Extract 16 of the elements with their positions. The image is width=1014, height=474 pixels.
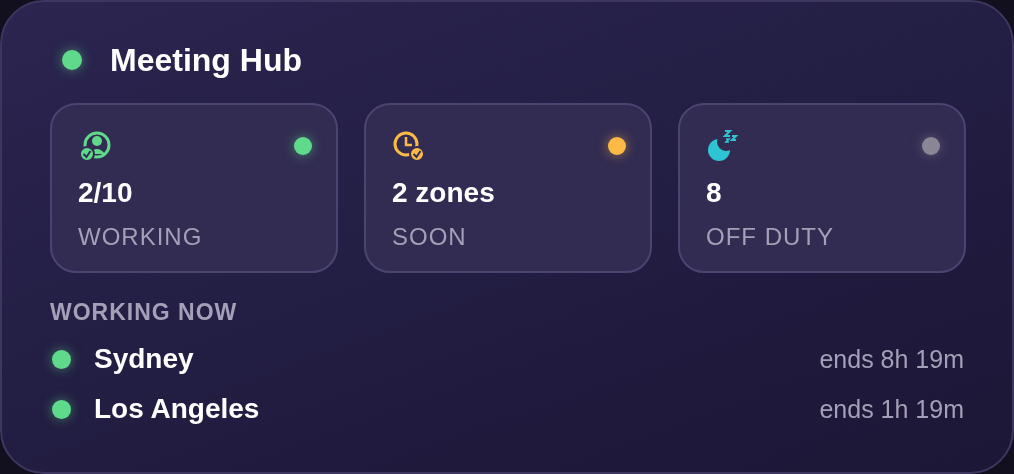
widget-title: Meeting Hub <box>110 41 302 79</box>
person-check-icon <box>78 129 112 163</box>
city-name: Los Angeles <box>94 393 261 425</box>
status-dot <box>62 50 82 70</box>
clock-check-icon <box>392 129 426 163</box>
section-heading: WORKING NOW <box>50 299 239 326</box>
time-remaining: ends 8h 19m <box>819 344 964 374</box>
moon-sleep-icon <box>706 129 740 163</box>
stat-label: SOON <box>392 223 468 251</box>
stat-value: 8 <box>706 177 723 209</box>
stat-label: OFF DUTY <box>706 223 835 251</box>
stat-value: 2/10 <box>78 177 134 209</box>
stat-value: 2 zones <box>392 177 496 209</box>
time-remaining: ends 1h 19m <box>819 394 964 424</box>
stat-label: WORKING <box>78 223 204 251</box>
city-name: Sydney <box>94 343 195 375</box>
